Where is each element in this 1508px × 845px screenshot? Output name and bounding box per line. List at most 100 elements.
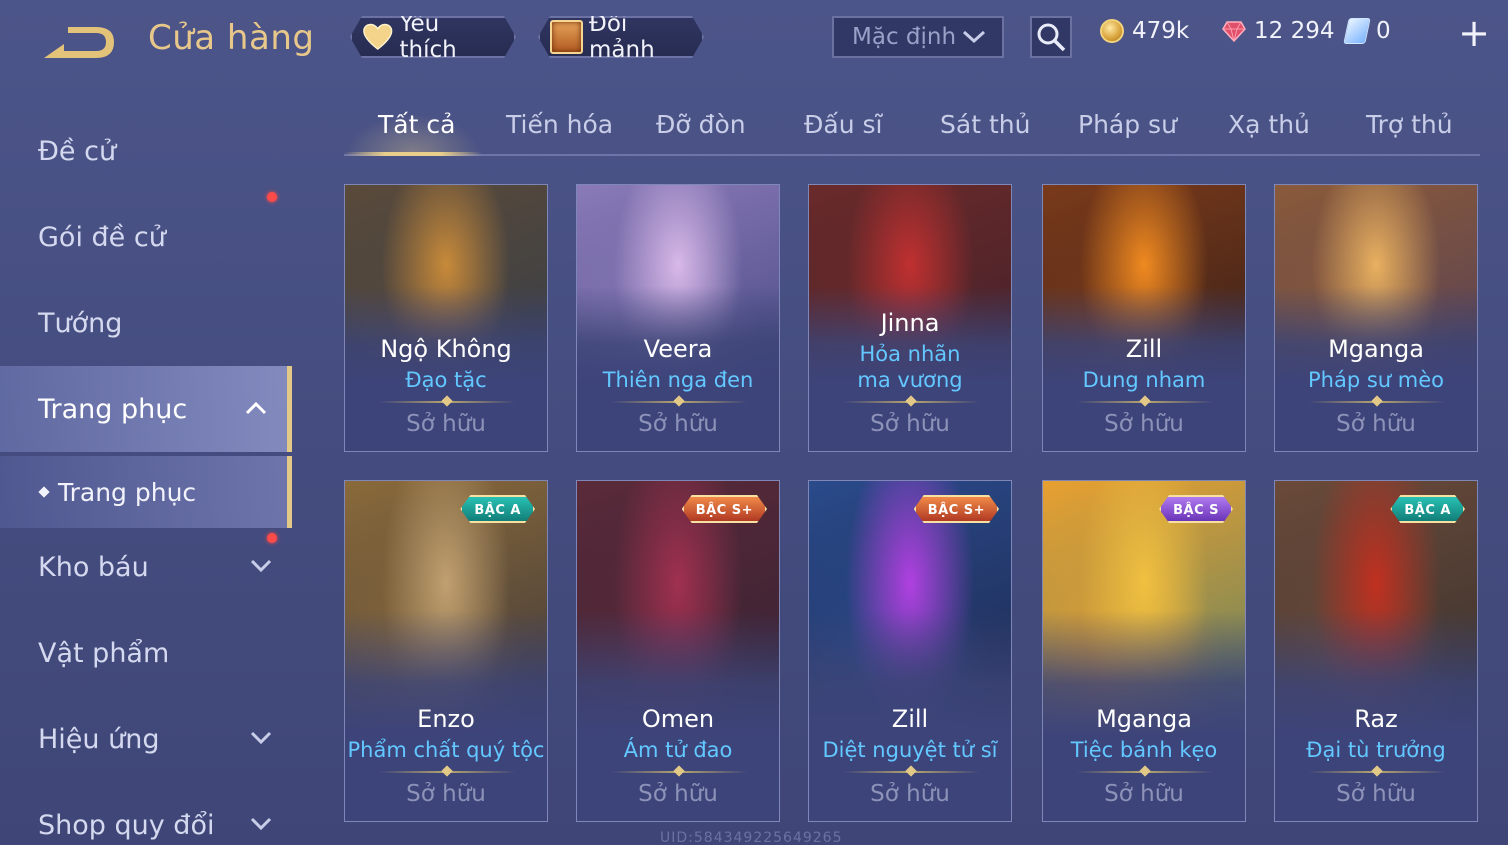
sidebar-item-label: Vật phẩm (38, 637, 170, 669)
owned-status: Sở hữu (870, 411, 950, 437)
skin-name: Pháp sư mèo (1308, 368, 1444, 392)
tab-all[interactable]: Tất cả (378, 110, 455, 139)
skin-card[interactable]: Mganga Pháp sư mèo Sở hữu (1274, 184, 1478, 452)
skin-card[interactable]: Veera Thiên nga đen Sở hữu (576, 184, 780, 452)
notification-dot (267, 533, 277, 543)
hero-name: Enzo (417, 705, 475, 733)
sort-dropdown[interactable]: Mặc định (832, 16, 1004, 58)
sidebar-item-label: Kho báu (38, 551, 149, 583)
tier-badge: BẬC S (1159, 495, 1233, 523)
back-button[interactable] (38, 18, 118, 66)
fragment-exchange-label: Đổi mảnh (589, 11, 655, 63)
hero-name: Ngộ Không (380, 335, 512, 363)
skin-card[interactable]: Ngộ Không Đạo tặc Sở hữu (344, 184, 548, 452)
owned-status: Sở hữu (406, 781, 486, 807)
sidebar-item-heroes[interactable]: Tướng (0, 280, 292, 366)
owned-status: Sở hữu (1336, 411, 1416, 437)
favorites-label: Yêu thích (399, 11, 457, 63)
tab-marksman[interactable]: Xạ thủ (1228, 110, 1310, 139)
skin-card[interactable]: Mganga Tiệc bánh kẹo Sở hữu BẬC S (1042, 480, 1246, 822)
skin-card[interactable]: Jinna Hỏa nhãn ma vương Sở hữu (808, 184, 1012, 452)
sidebar-item-treasure[interactable]: Kho báu (0, 524, 292, 610)
skin-name: Dung nham (1082, 368, 1206, 392)
card-divider (379, 401, 515, 403)
skin-name: Tiệc bánh kẹo (1070, 738, 1218, 762)
hero-name: Omen (641, 705, 715, 733)
tab-fighter[interactable]: Đấu sĩ (804, 110, 882, 139)
tab-active-indicator (344, 152, 482, 156)
owned-status: Sở hữu (638, 411, 718, 437)
card-divider (1077, 771, 1213, 773)
skin-card[interactable]: Zill Dung nham Sở hữu (1042, 184, 1246, 452)
sidebar: Đề cử Gói đề cử Tướng Trang phục Trang p… (0, 108, 292, 845)
sidebar-item-label: Trang phục (38, 393, 188, 425)
tier-badge: BẬC S+ (914, 495, 999, 523)
fragment-exchange-button[interactable]: Đổi mảnh (538, 16, 704, 58)
back-arrow-icon (44, 27, 114, 58)
add-currency-button[interactable]: + (1458, 14, 1490, 52)
hero-name: Zill (891, 705, 929, 733)
chevron-down-icon (962, 30, 986, 44)
sidebar-item-label: Gói đề cử (38, 221, 166, 253)
hero-name: Raz (1354, 705, 1398, 733)
hero-name: Veera (643, 335, 713, 363)
skin-name: Đại tù trưởng (1306, 738, 1446, 762)
skin-card[interactable]: Enzo Phẩm chất quý tộc Sở hữu BẬC A (344, 480, 548, 822)
favorites-button[interactable]: Yêu thích (350, 16, 516, 58)
sort-value: Mặc định (852, 24, 957, 50)
bullet-icon (38, 486, 50, 498)
gold-amount: 479k (1132, 18, 1190, 44)
skin-name: Phẩm chất quý tộc (347, 738, 545, 762)
skin-card[interactable]: Zill Diệt nguyệt tử sĩ Sở hữu BẬC S+ (808, 480, 1012, 822)
sidebar-subitem-skins[interactable]: Trang phục (0, 456, 292, 528)
owned-status: Sở hữu (870, 781, 950, 807)
ruby-currency: 12 294 (1222, 18, 1334, 44)
owned-status: Sở hữu (1336, 781, 1416, 807)
top-bar: Cửa hàng Yêu thích Đổi mảnh Mặc định 479… (0, 0, 1508, 78)
sidebar-item-recommended[interactable]: Đề cử (0, 108, 292, 194)
skin-name: Diệt nguyệt tử sĩ (822, 738, 998, 762)
card-divider (611, 401, 747, 403)
card-divider (1309, 771, 1445, 773)
card-divider (379, 771, 515, 773)
heart-icon (362, 22, 393, 52)
tab-evolution[interactable]: Tiến hóa (506, 110, 613, 139)
tab-support[interactable]: Trợ thủ (1366, 110, 1453, 139)
tier-badge: BẬC A (1390, 495, 1465, 523)
owned-status: Sở hữu (406, 411, 486, 437)
chevron-up-icon (245, 401, 267, 415)
sidebar-item-exchange-shop[interactable]: Shop quy đổi (0, 782, 292, 845)
voucher-amount: 0 (1376, 18, 1391, 44)
owned-status: Sở hữu (1104, 781, 1184, 807)
card-divider (843, 771, 979, 773)
tab-tank[interactable]: Đỡ đòn (656, 110, 746, 139)
sidebar-item-items[interactable]: Vật phẩm (0, 610, 292, 696)
owned-status: Sở hữu (1104, 411, 1184, 437)
sidebar-item-label: Tướng (38, 307, 123, 339)
chest-icon (550, 20, 583, 54)
tier-badge: BẬC A (460, 495, 535, 523)
skin-card[interactable]: Omen Ám tử đao Sở hữu BẬC S+ (576, 480, 780, 822)
sidebar-subitem-label: Trang phục (58, 477, 197, 507)
sidebar-item-recommended-bundles[interactable]: Gói đề cử (0, 192, 292, 280)
chevron-down-icon (250, 559, 272, 573)
skin-name: Đạo tặc (405, 368, 487, 392)
owned-status: Sở hữu (638, 781, 718, 807)
skin-name: Ám tử đao (623, 738, 733, 762)
tab-mage[interactable]: Pháp sư (1078, 110, 1177, 139)
tab-assassin[interactable]: Sát thủ (940, 110, 1030, 139)
search-button[interactable] (1030, 16, 1072, 58)
gold-currency: 479k (1100, 18, 1189, 44)
hero-name: Zill (1125, 335, 1163, 363)
gold-coin-icon (1100, 19, 1124, 43)
hero-name: Jinna (880, 309, 940, 337)
skin-card[interactable]: Raz Đại tù trưởng Sở hữu BẬC A (1274, 480, 1478, 822)
ruby-amount: 12 294 (1254, 18, 1335, 44)
tier-badge: BẬC S+ (682, 495, 767, 523)
sidebar-item-label: Shop quy đổi (38, 809, 215, 841)
sidebar-item-skins[interactable]: Trang phục (0, 366, 292, 452)
notification-dot (267, 192, 277, 202)
search-icon (1037, 23, 1066, 52)
card-divider (843, 401, 979, 403)
sidebar-item-effects[interactable]: Hiệu ứng (0, 696, 292, 782)
